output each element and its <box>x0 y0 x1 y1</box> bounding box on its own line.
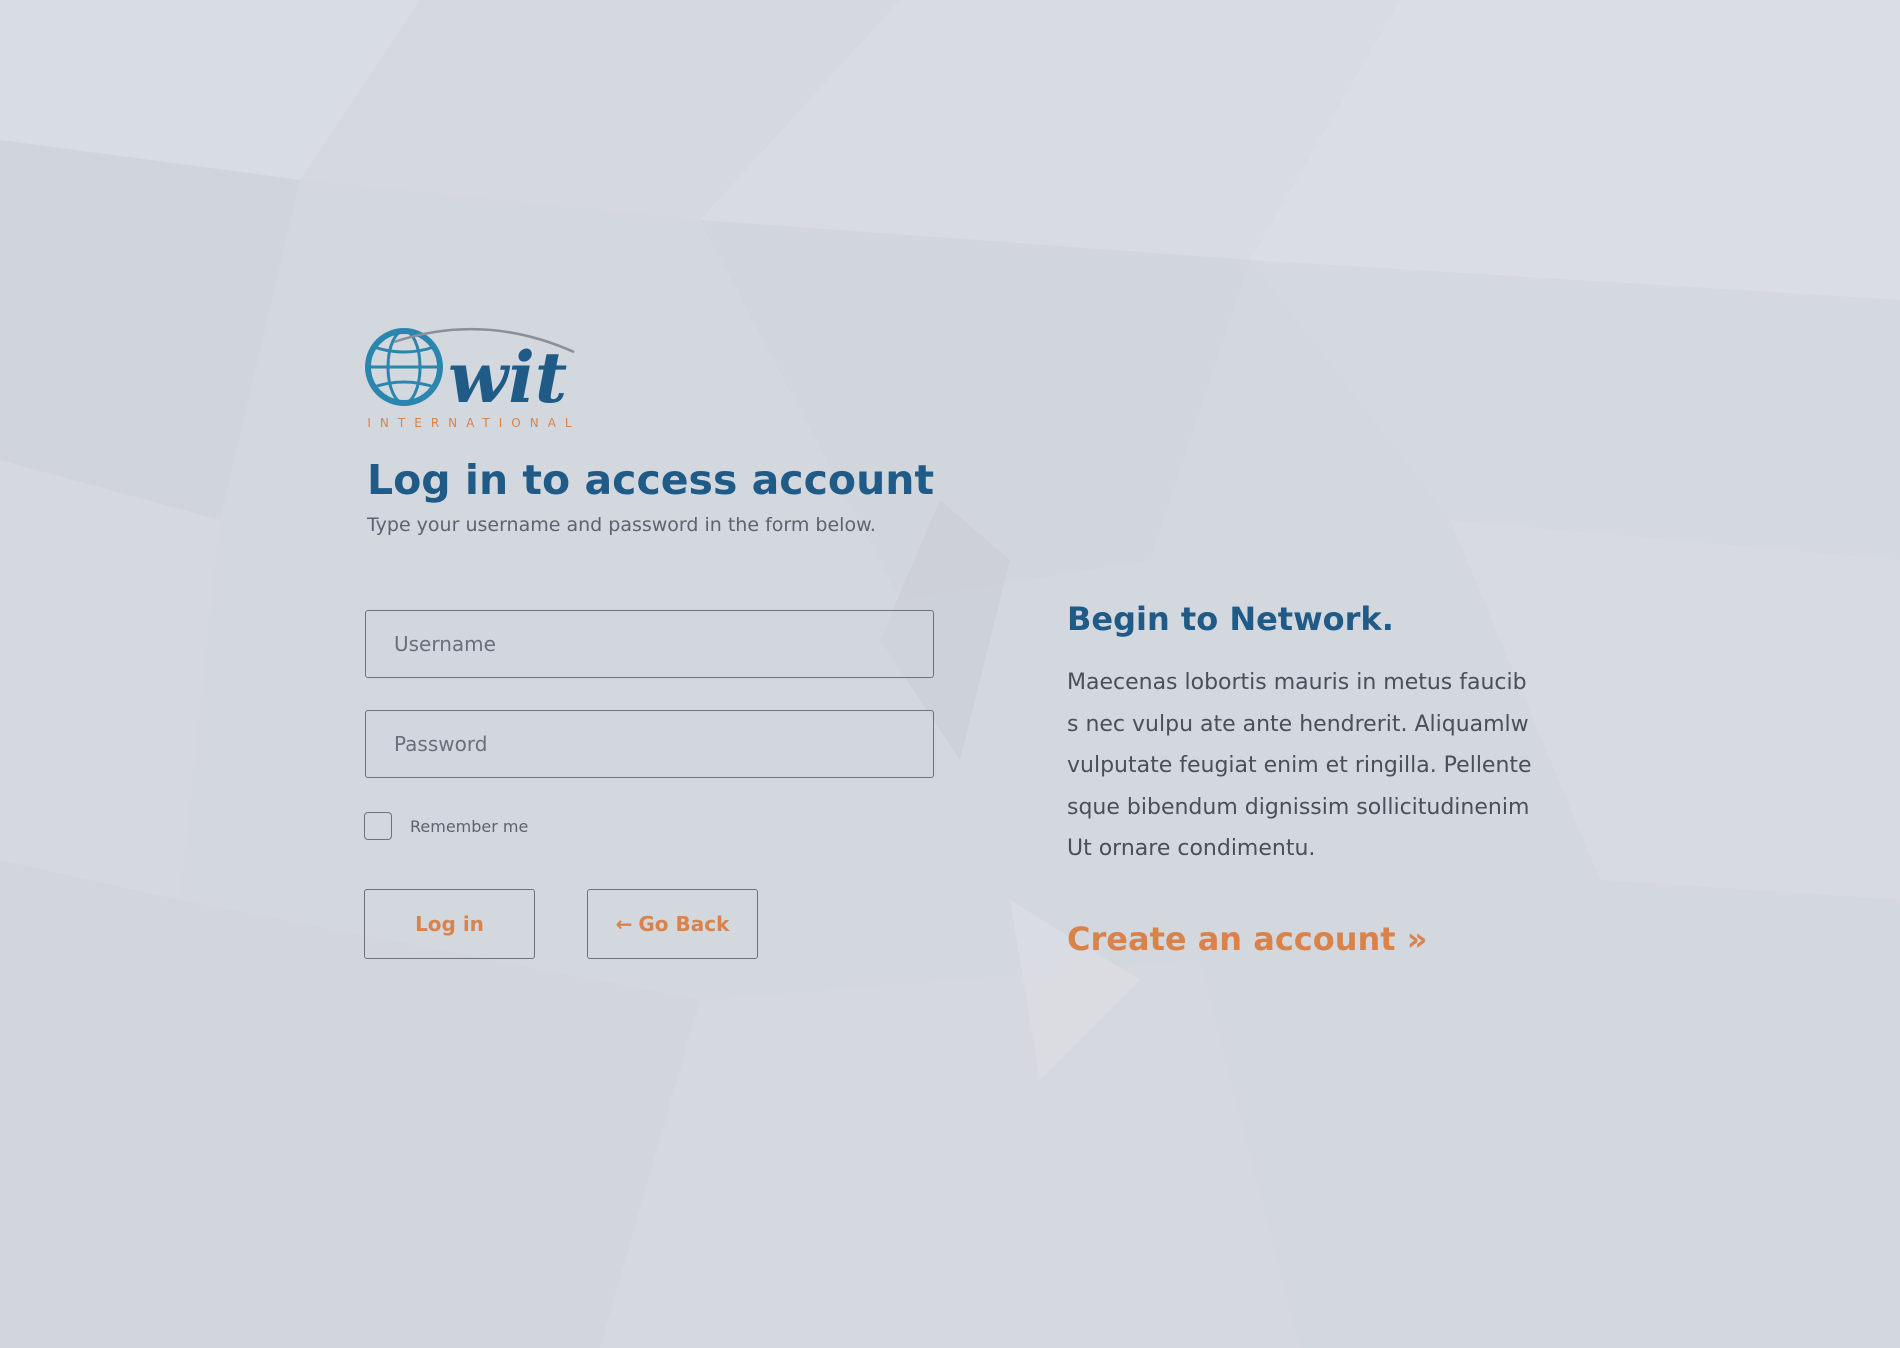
create-account-link[interactable]: Create an account » <box>1067 920 1427 958</box>
remember-me[interactable]: Remember me <box>364 811 528 841</box>
background-pattern <box>0 0 1900 1348</box>
password-input[interactable] <box>365 710 934 778</box>
network-title: Begin to Network. <box>1067 600 1394 638</box>
network-description-line: Maecenas lobortis mauris in metus faucib <box>1067 670 1527 695</box>
globe-icon: wit <box>365 327 575 417</box>
network-description-line: s nec vulpu ate ante hendrerit. Aliquaml… <box>1067 711 1529 737</box>
svg-text:wit: wit <box>448 336 567 417</box>
remember-me-checkbox[interactable] <box>364 812 392 840</box>
network-description: Maecenas lobortis mauris in metus faucib… <box>1067 662 1557 870</box>
page-subtitle: Type your username and password in the f… <box>367 514 876 536</box>
login-button[interactable]: Log in <box>364 889 535 959</box>
go-back-button-label: Go Back <box>638 912 730 936</box>
go-back-button[interactable]: ← Go Back <box>587 889 758 959</box>
network-description-line: vulputate feugiat enim et ringilla. Pell… <box>1067 753 1532 778</box>
remember-me-label[interactable]: Remember me <box>410 817 528 836</box>
arrow-left-icon: ← <box>615 912 633 936</box>
network-description-line: sque bibendum dignissim sollicitudinenim <box>1067 794 1530 820</box>
logo-subtitle: INTERNATIONAL <box>367 416 581 430</box>
network-description-line: Ut ornare condimentu. <box>1067 836 1316 861</box>
login-button-label: Log in <box>415 912 484 936</box>
page-title: Log in to access account <box>367 456 935 504</box>
company-logo: wit INTERNATIONAL <box>364 322 584 432</box>
username-input[interactable] <box>365 610 934 678</box>
